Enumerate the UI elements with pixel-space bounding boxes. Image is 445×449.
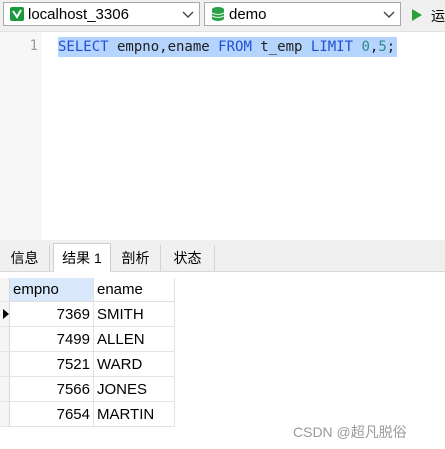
column-header-ename[interactable]: ename [94,278,175,302]
sql-keyword-from: FROM [218,39,252,55]
column-header-empno[interactable]: empno [10,278,94,302]
grid-corner [0,278,10,302]
table-cell-empno[interactable]: 7521 [10,352,94,377]
table-cell-ename[interactable]: ALLEN [94,327,175,352]
sql-keyword-limit: LIMIT [310,39,354,55]
tab-result-1[interactable]: 结果 1 [53,243,111,272]
run-label: 运 [431,8,445,24]
database-select[interactable]: demo [204,2,401,26]
table-cell-ename[interactable]: SMITH [94,302,175,327]
watermark: CSDN @超凡脱俗 [293,424,407,440]
tab-status[interactable]: 状态 [161,245,215,271]
row-header[interactable] [0,402,10,427]
run-button[interactable]: 运 [409,4,445,26]
sql-limit-count: 5 [378,39,387,55]
table-cell-empno[interactable]: 7566 [10,377,94,402]
row-header[interactable] [0,377,10,402]
table-cell-ename[interactable]: WARD [94,352,175,377]
line-gutter: 1 [0,32,42,240]
table-cell-empno[interactable]: 7499 [10,327,94,352]
chevron-down-icon[interactable] [382,7,396,21]
row-header[interactable] [0,352,10,377]
database-icon [211,7,225,21]
current-row-indicator-icon [3,309,9,319]
sql-editor[interactable]: 1 SELECT empno,ename FROM t_emp LIMIT 0,… [0,32,445,240]
sql-table: t_emp [251,39,311,55]
connection-value: localhost_3306 [28,6,129,23]
play-icon [412,9,422,21]
sql-statement[interactable]: SELECT empno,ename FROM t_emp LIMIT 0,5; [58,37,398,57]
chevron-down-icon[interactable] [181,7,195,21]
row-header[interactable] [0,302,10,327]
sql-keyword-select: SELECT [58,39,109,55]
result-tabs: 信息 结果 1 剖析 状态 [0,240,445,272]
line-number: 1 [29,38,38,54]
table-cell-ename[interactable]: MARTIN [94,402,175,427]
tab-profile[interactable]: 剖析 [111,245,161,271]
sql-semicolon: ; [386,39,396,55]
sql-columns: empno,ename [108,39,219,55]
tab-info[interactable]: 信息 [0,245,50,271]
table-cell-empno[interactable]: 7654 [10,402,94,427]
database-value: demo [229,6,267,23]
connection-select[interactable]: localhost_3306 [3,2,200,26]
row-header[interactable] [0,327,10,352]
table-cell-empno[interactable]: 7369 [10,302,94,327]
sql-limit-offset: 0 [353,39,370,55]
connection-icon [10,7,24,21]
table-cell-ename[interactable]: JONES [94,377,175,402]
toolbar: localhost_3306 demo 运 [0,0,445,32]
